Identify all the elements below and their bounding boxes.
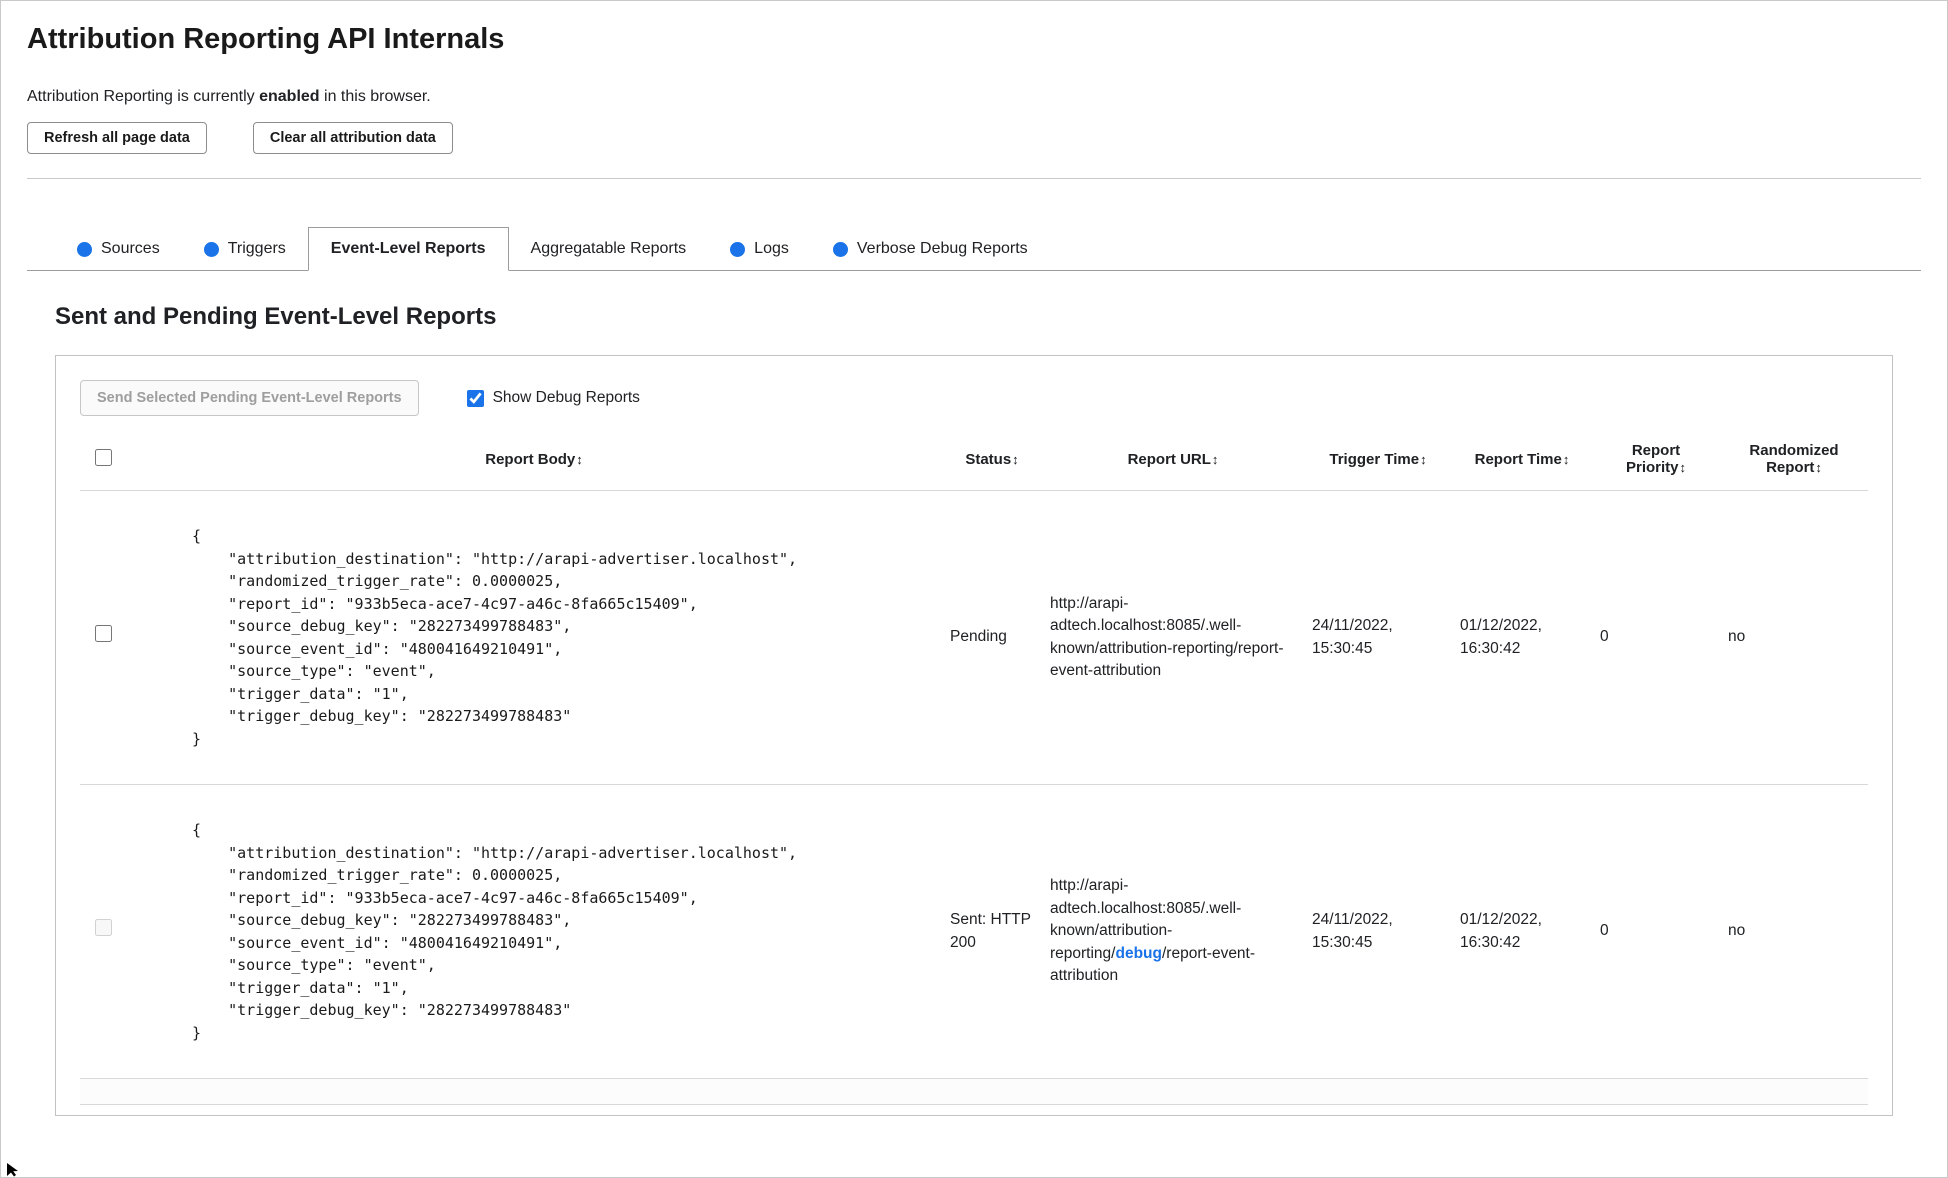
mouse-cursor-icon xyxy=(7,1163,21,1177)
show-debug-checkbox[interactable] xyxy=(466,389,484,407)
column-label: Randomized Report xyxy=(1749,442,1839,476)
trigger-time-cell: 24/11/2022, 15:30:45 xyxy=(1312,911,1393,951)
sort-icon: ↕ xyxy=(576,451,583,467)
refresh-button[interactable]: Refresh all page data xyxy=(27,122,207,154)
column-header-status[interactable]: Status↕ xyxy=(942,432,1042,491)
tab-label: Logs xyxy=(754,240,789,257)
sort-icon: ↕ xyxy=(1211,451,1219,467)
column-label: Report URL xyxy=(1127,450,1211,468)
reports-table: Report Body↕ Status↕ Report URL↕ Trigger… xyxy=(80,432,1868,1079)
divider xyxy=(27,178,1921,179)
tab-event-level-reports[interactable]: Event-Level Reports xyxy=(307,227,509,271)
tab-dot-icon xyxy=(77,241,92,257)
url-prefix: http://arapi-adtech.localhost:8085/.well… xyxy=(1050,594,1242,657)
url-debug-highlight: debug xyxy=(1115,944,1162,962)
column-label: Report Priority xyxy=(1625,442,1681,476)
report-url-cell: http://arapi-adtech.localhost:8085/.well… xyxy=(1042,491,1304,785)
report-priority-cell: 0 xyxy=(1600,628,1609,646)
report-body-json: { "attribution_destination": "http://ara… xyxy=(192,821,798,1042)
report-body-cell: { "attribution_destination": "http://ara… xyxy=(126,491,942,785)
column-label: Report Body xyxy=(485,450,576,468)
reports-toolbar: Send Selected Pending Event-Level Report… xyxy=(80,380,1868,416)
select-all-checkbox[interactable] xyxy=(94,448,112,466)
column-header-report-priority[interactable]: Report Priority↕ xyxy=(1592,432,1720,491)
table-row: { "attribution_destination": "http://ara… xyxy=(80,491,1868,785)
table-header-row: Report Body↕ Status↕ Report URL↕ Trigger… xyxy=(80,432,1868,491)
row-select-cell xyxy=(80,785,126,1079)
randomized-report-cell: no xyxy=(1728,922,1746,940)
sort-icon: ↕ xyxy=(1815,460,1822,475)
sort-icon: ↕ xyxy=(1562,451,1570,467)
status-cell: Pending xyxy=(950,628,1007,646)
tab-label: Triggers xyxy=(227,240,286,257)
column-label: Trigger Time xyxy=(1329,450,1420,468)
column-label: Status xyxy=(965,450,1012,468)
tab-triggers[interactable]: Triggers xyxy=(182,228,308,270)
report-time-cell: 01/12/2022, 16:30:42 xyxy=(1460,911,1542,951)
page-actions: Refresh all page data Clear all attribut… xyxy=(27,122,1921,154)
sort-icon: ↕ xyxy=(1012,451,1019,467)
report-body-json: { "attribution_destination": "http://ara… xyxy=(192,527,798,748)
report-priority-cell: 0 xyxy=(1600,922,1609,940)
status-enabled: enabled xyxy=(259,88,320,105)
send-pending-button[interactable]: Send Selected Pending Event-Level Report… xyxy=(80,380,419,416)
table-footer xyxy=(80,1079,1868,1105)
report-url-cell: http://arapi-adtech.localhost:8085/.well… xyxy=(1042,785,1304,1079)
column-header-report-time[interactable]: Report Time↕ xyxy=(1452,432,1592,491)
tab-label: Verbose Debug Reports xyxy=(856,240,1028,257)
trigger-time-cell: 24/11/2022, 15:30:45 xyxy=(1312,617,1393,657)
column-header-randomized-report[interactable]: Randomized Report↕ xyxy=(1720,432,1868,491)
column-label: Report Time xyxy=(1474,450,1562,468)
tab-label: Aggregatable Reports xyxy=(530,240,687,257)
table-row: { "attribution_destination": "http://ara… xyxy=(80,785,1868,1079)
tab-sources[interactable]: Sources xyxy=(55,228,182,270)
clear-button[interactable]: Clear all attribution data xyxy=(252,122,453,154)
report-body-cell: { "attribution_destination": "http://ara… xyxy=(126,785,942,1079)
section-heading: Sent and Pending Event-Level Reports xyxy=(55,303,497,330)
tab-strip: Sources Triggers Event-Level Reports Agg… xyxy=(27,227,1921,271)
attribution-internals-page: Attribution Reporting API Internals Attr… xyxy=(0,0,1948,1178)
tab-verbose-debug-reports[interactable]: Verbose Debug Reports xyxy=(811,228,1050,270)
row-select-cell xyxy=(80,491,126,785)
sort-icon: ↕ xyxy=(1679,460,1687,475)
status-prefix: Attribution Reporting is currently xyxy=(27,88,260,105)
status-cell: Sent: HTTP 200 xyxy=(950,911,1031,951)
randomized-report-cell: no xyxy=(1728,628,1746,646)
row-select-checkbox[interactable] xyxy=(94,625,112,643)
column-header-report-url[interactable]: Report URL↕ xyxy=(1042,432,1304,491)
row-select-checkbox[interactable] xyxy=(94,919,112,937)
tab-logs[interactable]: Logs xyxy=(708,228,811,270)
page-title: Attribution Reporting API Internals xyxy=(27,23,505,55)
tab-dot-icon xyxy=(832,241,848,257)
tab-dot-icon xyxy=(730,241,746,257)
status-text: Attribution Reporting is currently enabl… xyxy=(27,88,1921,106)
column-header-trigger-time[interactable]: Trigger Time↕ xyxy=(1304,432,1452,491)
show-debug-label: Show Debug Reports xyxy=(492,389,640,406)
show-debug-control[interactable]: Show Debug Reports xyxy=(466,389,640,407)
tab-label: Sources xyxy=(101,240,160,257)
report-time-cell: 01/12/2022, 16:30:42 xyxy=(1460,617,1542,657)
sort-icon: ↕ xyxy=(1420,451,1427,467)
tab-aggregatable-reports[interactable]: Aggregatable Reports xyxy=(509,228,709,270)
column-header-report-body[interactable]: Report Body↕ xyxy=(126,432,942,491)
status-suffix: in this browser. xyxy=(319,88,431,105)
reports-panel: Send Selected Pending Event-Level Report… xyxy=(55,355,1893,1116)
tab-dot-icon xyxy=(203,241,219,257)
column-header-select xyxy=(80,432,126,491)
tab-label: Event-Level Reports xyxy=(330,240,486,257)
